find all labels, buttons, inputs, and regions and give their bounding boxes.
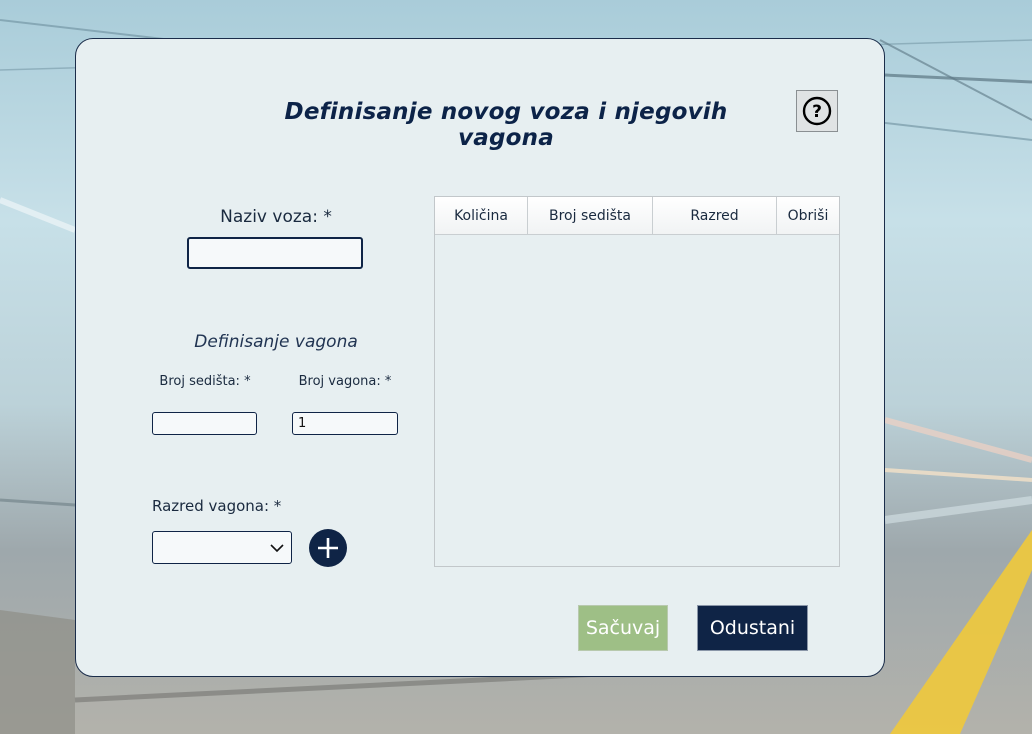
wagon-section-title: Definisanje vagona: [194, 332, 358, 352]
cancel-button[interactable]: Odustani: [697, 605, 808, 651]
column-header-delete[interactable]: Obriši: [777, 197, 839, 234]
add-wagon-button[interactable]: [309, 529, 347, 567]
help-button[interactable]: ?: [796, 90, 838, 132]
save-button[interactable]: Sačuvaj: [578, 605, 668, 651]
seats-label: Broj sedišta: *: [159, 374, 251, 389]
wagons-label: Broj vagona: *: [298, 374, 392, 389]
class-label: Razred vagona: *: [152, 497, 282, 515]
svg-text:?: ?: [812, 102, 822, 122]
question-circle-icon: ?: [802, 96, 832, 126]
wagons-input[interactable]: [292, 412, 398, 435]
table-body: [435, 235, 839, 567]
train-name-label: Naziv voza: *: [220, 207, 332, 227]
seats-input[interactable]: [152, 412, 257, 435]
plus-icon: [318, 538, 338, 558]
wagons-table: Količina Broj sedišta Razred Obriši: [434, 196, 840, 567]
class-select[interactable]: [152, 531, 292, 564]
train-name-input[interactable]: [187, 237, 363, 269]
chevron-down-icon: [270, 544, 284, 553]
column-header-seats[interactable]: Broj sedišta: [528, 197, 653, 234]
column-header-class[interactable]: Razred: [653, 197, 777, 234]
table-header: Količina Broj sedišta Razred Obriši: [435, 197, 839, 235]
dialog-title: Definisanje novog voza i njegovih vagona: [284, 99, 728, 151]
column-header-quantity[interactable]: Količina: [435, 197, 528, 234]
dialog-panel: Definisanje novog voza i njegovih vagona…: [75, 38, 885, 677]
